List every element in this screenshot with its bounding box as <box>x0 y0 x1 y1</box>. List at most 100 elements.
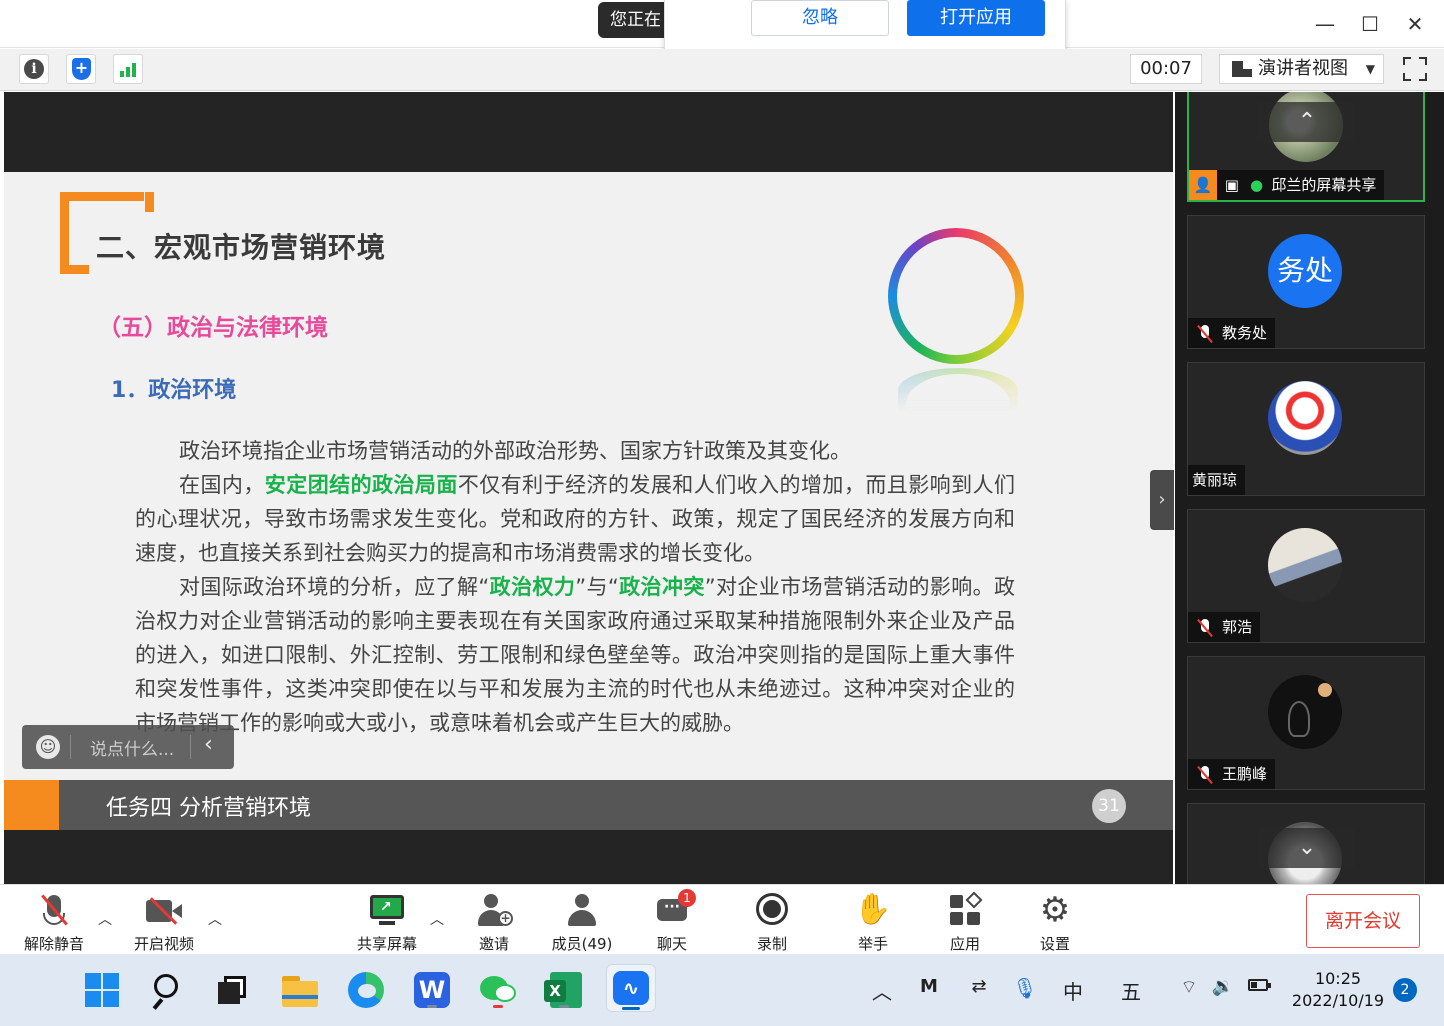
paragraph-2: 在国内，安定团结的政治局面不仅有利于经济的发展和人们收入的增加，而且影响到人们的… <box>135 473 1016 565</box>
view-mode-label: 演讲者视图 <box>1258 58 1348 79</box>
start-video-button[interactable]: 开启视频 <box>114 891 214 954</box>
chat-button[interactable]: ··· 1 聊天 <box>622 889 722 954</box>
screen-share-icon: ▣ <box>1224 176 1239 194</box>
file-explorer-icon[interactable] <box>278 968 322 1012</box>
mic-muted-icon <box>1196 618 1214 637</box>
invite-button[interactable]: + 邀请 <box>444 891 544 954</box>
apps-grid-icon <box>945 891 985 929</box>
view-mode-dropdown[interactable]: 演讲者视图 ▼ <box>1219 54 1384 84</box>
excel-icon[interactable]: X <box>542 968 586 1012</box>
security-shield-icon[interactable]: + <box>66 54 96 84</box>
participant-tile[interactable]: 黄丽琼 <box>1187 362 1425 496</box>
clock-time: 10:25 <box>1314 969 1362 988</box>
raise-hand-button[interactable]: ✋ 举手 <box>823 891 923 954</box>
leave-meeting-button[interactable]: 离开会议 <box>1306 894 1420 948</box>
slide-footer-text: 任务四 分析营销环境 <box>106 796 311 821</box>
volume-icon[interactable]: 🔉 <box>1210 976 1236 997</box>
window-titlebar: 您正在 忽略 打开应用 — ☐ ✕ <box>0 0 1444 52</box>
settings-button[interactable]: ⚙ 设置 <box>1005 891 1105 954</box>
record-button[interactable]: 录制 <box>722 891 822 954</box>
notification-badge[interactable]: 2 <box>1393 978 1417 1002</box>
panel-toggle-chevron-icon[interactable]: › <box>1150 470 1174 530</box>
share-screen-icon: ↗ <box>367 891 407 929</box>
slide-section-heading: 1．政治环境 <box>111 378 237 403</box>
mic-muted-icon <box>1196 765 1214 784</box>
apps-button[interactable]: 应用 <box>915 891 1015 954</box>
maximize-button[interactable]: ☐ <box>1358 12 1382 36</box>
share-screen-button[interactable]: ↗ 共享屏幕 <box>337 891 437 954</box>
task-view-icon[interactable] <box>210 968 254 1012</box>
fullscreen-icon[interactable] <box>1403 57 1427 81</box>
speaker-view-icon <box>1232 61 1252 77</box>
participant-tile[interactable]: 王鹏峰 <box>1187 656 1425 790</box>
participant-name: 邱兰的屏幕共享 <box>1271 176 1377 194</box>
collapse-chevron-icon[interactable]: ‹ <box>204 732 213 757</box>
ime-settings-icon[interactable]: ⇄ <box>964 976 994 997</box>
avatar <box>1268 381 1342 455</box>
record-icon <box>752 891 792 929</box>
open-app-button[interactable]: 打开应用 <box>907 0 1045 36</box>
video-options-chevron-icon[interactable]: ︿ <box>208 909 222 929</box>
mic-on-icon: ● <box>1250 176 1264 194</box>
scroll-up-chevron-icon[interactable]: ⌃ <box>1259 102 1355 142</box>
slide-page-number: 31 <box>1092 789 1126 823</box>
participants-panel: 👤 ▣ ● 邱兰的屏幕共享 ⌃ 务处 教务处 黄丽琼 郭浩 王鹏峰 ⌄ <box>1175 92 1444 884</box>
share-notice-text: 您正在 <box>598 2 668 38</box>
paragraph-1: 政治环境指企业市场营销活动的外部政治形势、国家方针政策及其变化。 <box>179 439 851 463</box>
ime-language-toggle[interactable]: 中 <box>1058 976 1088 1005</box>
mic-muted-icon <box>34 891 74 929</box>
scroll-down-chevron-icon[interactable]: ⌄ <box>1259 828 1355 868</box>
chevron-down-icon: ▼ <box>1365 62 1375 76</box>
add-user-icon: + <box>474 891 514 929</box>
rainbow-ring-graphic <box>888 228 1024 364</box>
ring-reflection-graphic <box>898 368 1018 434</box>
participant-tile[interactable]: 郭浩 <box>1187 509 1425 643</box>
unmute-button[interactable]: 解除静音 <box>4 891 104 954</box>
ime-name[interactable]: 五 <box>1116 976 1146 1005</box>
system-clock[interactable]: 10:25 2022/10/19 <box>1290 968 1386 1012</box>
highlight-stability: 安定团结的政治局面 <box>264 473 458 497</box>
ime-mode-icon[interactable]: M <box>914 976 944 997</box>
avatar <box>1268 528 1342 602</box>
paragraph-3: 对国际政治环境的分析，应了解“政治权力”与“政治冲突”对企业市场营销活动的影响。… <box>135 575 1016 735</box>
tray-expand-chevron-icon[interactable]: ︿ <box>870 976 894 1005</box>
wechat-icon[interactable] <box>476 968 520 1012</box>
highlight-political-power: 政治权力 <box>489 575 576 599</box>
start-menu-icon[interactable] <box>80 968 124 1012</box>
members-button[interactable]: 成员(49) <box>532 891 632 954</box>
share-options-chevron-icon[interactable]: ︿ <box>430 909 444 929</box>
edge-browser-icon[interactable] <box>344 968 388 1012</box>
wps-writer-icon[interactable]: W <box>410 968 454 1012</box>
slide-title: 二、宏观市场营销环境 <box>96 231 387 264</box>
slide-body-text: 政治环境指企业市场营销活动的外部政治形势、国家方针政策及其变化。 在国内，安定团… <box>135 434 1015 740</box>
windows-taskbar: W X ∿ ︿ M ⇄ 🎙 中 五 ⌔ 🔉 10:25 2022/10/19 2 <box>0 954 1444 1026</box>
participant-name: 郭浩 <box>1222 618 1253 636</box>
ignore-button[interactable]: 忽略 <box>751 0 889 36</box>
audio-options-chevron-icon[interactable]: ︿ <box>98 909 112 929</box>
quick-chat-bar[interactable]: ☺ 说点什么... ‹ <box>22 725 234 769</box>
participant-name: 黄丽琼 <box>1192 471 1238 489</box>
participant-name: 教务处 <box>1222 324 1268 342</box>
open-app-popup: 忽略 打开应用 <box>664 0 1066 52</box>
participant-name: 王鹏峰 <box>1222 765 1268 783</box>
wifi-icon[interactable]: ⌔ <box>1176 976 1202 999</box>
emoji-icon[interactable]: ☺ <box>36 735 60 759</box>
avatar <box>1268 675 1342 749</box>
participant-tile[interactable]: 务处 教务处 <box>1187 215 1425 349</box>
info-icon[interactable]: i <box>19 54 49 84</box>
chat-placeholder[interactable]: 说点什么... <box>90 735 174 760</box>
meeting-top-bar: i + 00:07 演讲者视图 ▼ <box>0 49 1444 91</box>
mic-muted-icon <box>1196 324 1214 343</box>
network-signal-icon[interactable] <box>113 54 143 84</box>
meeting-control-bar: 解除静音 ︿ 开启视频 ︿ ↗ 共享屏幕 ︿ + 邀请 成员(49) ··· 1… <box>0 884 1444 954</box>
tencent-meeting-icon[interactable]: ∿ <box>606 964 656 1012</box>
slide-subtitle: （五）政治与法律环境 <box>98 315 328 341</box>
highlight-political-conflict: 政治冲突 <box>618 575 705 599</box>
microphone-icon[interactable]: 🎙 <box>1012 976 1038 1000</box>
chat-bubble-icon: ··· 1 <box>652 889 696 929</box>
chat-unread-badge: 1 <box>678 889 696 907</box>
slide-footer: 任务四 分析营销环境 31 <box>4 780 1173 830</box>
search-icon[interactable] <box>146 968 190 1012</box>
minimize-button[interactable]: — <box>1313 12 1337 36</box>
close-button[interactable]: ✕ <box>1403 12 1427 36</box>
